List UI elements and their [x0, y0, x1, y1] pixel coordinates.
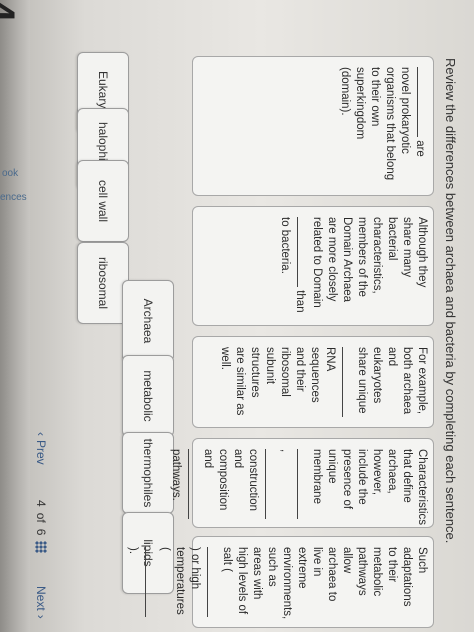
sentence-text: pathways.: [170, 449, 182, 501]
footer-nav: ‹ Prev 4 of 6 Next ›: [20, 0, 60, 632]
drop-target-5a[interactable]: [207, 547, 219, 617]
grid-icon[interactable]: [35, 541, 47, 554]
tile-archaea[interactable]: Archaea: [122, 280, 174, 362]
drop-target-4b[interactable]: [265, 449, 277, 519]
chevron-left-icon: ‹: [34, 432, 48, 436]
next-label: Next: [34, 586, 48, 611]
tile-label: ribosomal: [96, 256, 110, 310]
drop-target-1[interactable]: [417, 67, 429, 137]
sentence-text: construction and composition and: [202, 449, 259, 512]
sentence-text: Although they share many bacterial chara…: [311, 217, 428, 308]
sentence-4: Characteristics that define archaea, how…: [170, 438, 434, 528]
tile-cell-wall[interactable]: cell wall: [77, 160, 129, 242]
chevron-right-icon: ›: [34, 614, 48, 619]
question-number: 4: [0, 0, 22, 22]
sentence-text: ).: [127, 547, 139, 555]
sentence-text: Such adaptations to their metabolic path…: [221, 547, 428, 620]
drop-target-4c[interactable]: [188, 449, 200, 519]
drop-target-4a[interactable]: [297, 449, 309, 519]
page-indicator: 4 of 6: [34, 500, 48, 554]
sentence-text: RNA sequences and their ribosomal subuni…: [219, 347, 336, 416]
sentence-text: ,: [279, 449, 291, 453]
page-sep: of: [34, 512, 48, 523]
prev-button[interactable]: ‹ Prev: [34, 432, 48, 465]
tile-metabolic[interactable]: metabolic: [122, 355, 174, 437]
tile-label: Archaea: [141, 298, 155, 344]
next-button[interactable]: Next ›: [34, 586, 48, 619]
drop-target-3[interactable]: [342, 347, 354, 417]
drop-target-5b[interactable]: [145, 547, 157, 617]
page-total: 6: [34, 528, 48, 536]
tile-label: metabolic: [141, 370, 155, 422]
tile-label: cell wall: [96, 179, 110, 222]
sentence-text: For example, both archaea and eukaryotes…: [356, 347, 428, 415]
sentence-5: Such adaptations to their metabolic path…: [127, 536, 434, 628]
prev-label: Prev: [34, 440, 48, 465]
page-current: 4: [34, 500, 48, 507]
question-page: 4 Review the differences between archaea…: [0, 0, 474, 632]
sentence-text: Characteristics that define archaea, how…: [311, 449, 428, 526]
instructions: Review the differences between archaea a…: [443, 58, 458, 544]
sentence-1: are novel prokaryotic organisms that bel…: [192, 56, 434, 196]
sentence-text: are novel prokaryotic organisms that bel…: [339, 67, 426, 181]
tile-label: thermophiles: [141, 438, 155, 508]
sentence-3: For example, both archaea and eukaryotes…: [192, 336, 434, 428]
drop-target-2[interactable]: [297, 217, 309, 287]
tile-thermophiles[interactable]: thermophiles: [122, 432, 174, 514]
sentence-2: Although they share many bacterial chara…: [192, 206, 434, 326]
